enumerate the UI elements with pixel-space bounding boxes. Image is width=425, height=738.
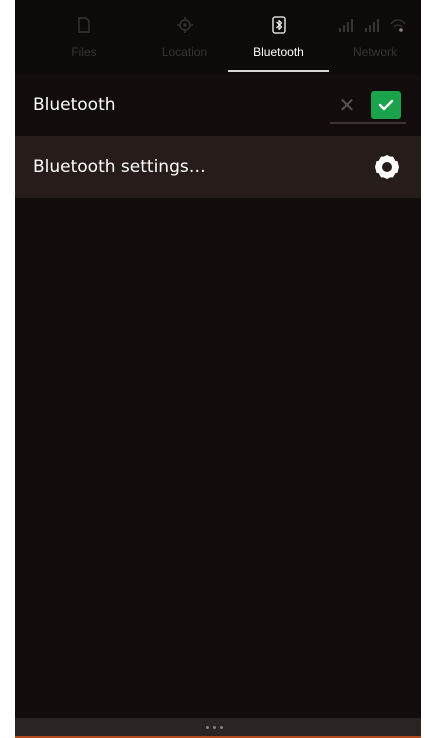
tab-bluetooth[interactable]: Bluetooth <box>228 0 329 74</box>
gear-icon <box>373 153 401 181</box>
tab-network-label: Network <box>352 45 397 59</box>
indicator-panel: Files Location Bluetooth Network Bluetoo… <box>15 0 421 738</box>
active-tab-indicator <box>228 70 329 72</box>
close-icon: ✕ <box>338 93 356 117</box>
tab-location[interactable]: Location <box>133 0 236 74</box>
panel-drag-handle[interactable] <box>15 718 421 738</box>
tab-location-label: Location <box>161 45 208 59</box>
bluetooth-settings-row[interactable]: Bluetooth settings… <box>15 136 421 198</box>
bluetooth-toggle-row[interactable]: Bluetooth ✕ <box>15 74 421 136</box>
network-signal-icon <box>329 16 421 34</box>
bluetooth-icon <box>228 16 329 34</box>
bluetooth-settings-label: Bluetooth settings… <box>33 157 206 177</box>
indicator-tab-bar: Files Location Bluetooth Network <box>15 0 421 74</box>
switch-underline <box>330 122 406 124</box>
bluetooth-row-label: Bluetooth <box>33 95 116 115</box>
bluetooth-switch[interactable]: ✕ <box>328 89 408 125</box>
tab-network[interactable]: Network <box>329 0 421 74</box>
location-icon <box>133 16 236 34</box>
drag-handle-dots-icon <box>206 726 223 729</box>
tab-bluetooth-label: Bluetooth <box>253 45 304 59</box>
check-icon <box>371 91 401 119</box>
